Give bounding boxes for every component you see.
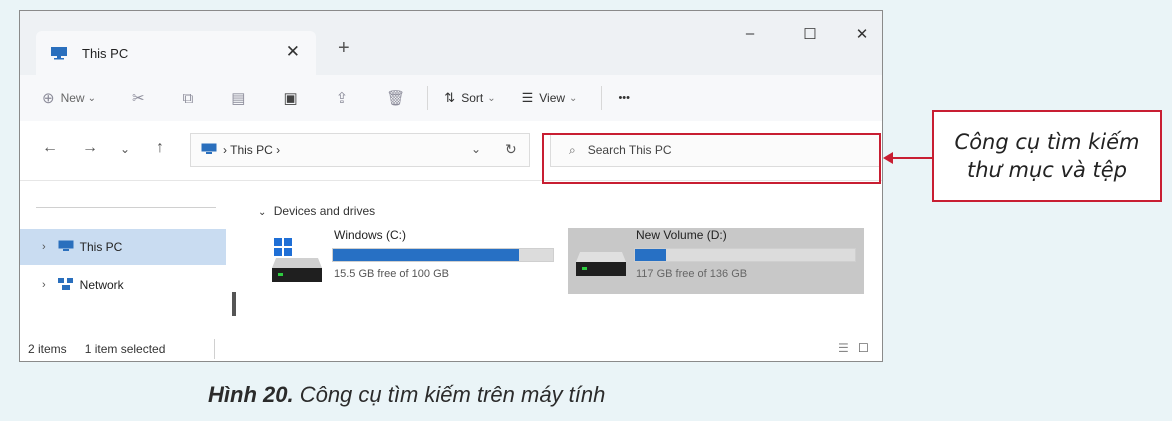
monitor-icon xyxy=(58,240,74,255)
share-icon[interactable]: ⇪ xyxy=(336,89,349,107)
callout-line-2: thư mục và tệp xyxy=(967,158,1127,182)
cut-icon[interactable]: ✂ xyxy=(132,89,145,107)
drive-usage-fill xyxy=(333,249,519,261)
sidebar-divider xyxy=(36,207,216,208)
address-bar[interactable]: › This PC › ⌄ ↻ xyxy=(190,133,530,167)
sidebar-item-label: This PC xyxy=(79,240,123,254)
sort-label: Sort xyxy=(461,91,484,105)
maximize-button[interactable]: ☐ xyxy=(798,25,822,43)
sidebar-item-label: Network xyxy=(79,278,124,292)
new-tab-icon[interactable]: + xyxy=(338,37,350,60)
command-bar: ⊕ New ⌄ ✂ ⧉ ▤ ▣ ⇪ 🗑 ⇅ Sort ⌄ ☰ View ⌄ ••… xyxy=(20,75,882,121)
minimize-button[interactable]: – xyxy=(738,25,762,42)
item-count: 2 items xyxy=(28,342,67,356)
view-label: View xyxy=(539,91,566,105)
plus-circle-icon: ⊕ xyxy=(42,90,55,107)
chevron-down-icon: ⌄ xyxy=(87,92,96,104)
address-path: › This PC › xyxy=(223,143,281,157)
delete-icon[interactable]: 🗑 xyxy=(386,89,405,107)
figure-number: Hình 20. xyxy=(208,382,294,407)
view-button[interactable]: ☰ View ⌄ xyxy=(522,90,578,106)
status-bar: 2 items 1 item selected ☰ ☐ xyxy=(20,335,882,361)
new-label: New xyxy=(60,91,85,105)
hard-drive-icon xyxy=(272,258,322,287)
tab-close-icon[interactable]: ✕ xyxy=(286,42,300,62)
content-pane: ⌄ Devices and drives Windows (C:) 15.5 G… xyxy=(246,182,882,332)
new-button[interactable]: ⊕ New ⌄ xyxy=(42,89,96,107)
tab-this-pc[interactable]: This PC ✕ xyxy=(36,31,316,75)
drive-c[interactable]: Windows (C:) 15.5 GB free of 100 GB xyxy=(272,228,562,300)
drive-d[interactable]: New Volume (D:) 117 GB free of 136 GB xyxy=(568,228,864,294)
network-icon xyxy=(57,277,74,293)
status-divider xyxy=(214,339,215,359)
navigation-pane: › This PC › Network xyxy=(20,182,246,332)
toolbar-divider xyxy=(601,86,603,110)
address-dropdown-icon[interactable]: ⌄ xyxy=(471,142,481,156)
tiles-view-icon[interactable]: ☐ xyxy=(858,341,869,355)
view-icon: ☰ xyxy=(521,90,534,105)
tab-title: This PC xyxy=(82,45,129,61)
details-view-icon[interactable]: ☰ xyxy=(838,341,849,355)
copy-icon[interactable]: ⧉ xyxy=(183,90,194,107)
drive-usage-bar xyxy=(332,248,554,262)
toolbar-divider xyxy=(427,86,429,110)
selection-count: 1 item selected xyxy=(84,342,166,356)
group-label: Devices and drives xyxy=(273,204,376,218)
file-explorer-window: This PC ✕ + – ☐ ✕ ⊕ New ⌄ ✂ ⧉ ▤ ▣ ⇪ 🗑 ⇅ … xyxy=(19,10,883,362)
drive-free-space: 117 GB free of 136 GB xyxy=(636,268,748,280)
back-arrow-icon[interactable]: ← xyxy=(42,139,58,157)
drive-usage-bar xyxy=(634,248,856,262)
callout-arrow xyxy=(888,157,933,159)
up-arrow-icon[interactable]: ↑ xyxy=(156,139,164,157)
close-button[interactable]: ✕ xyxy=(850,25,874,43)
chevron-down-icon: ⌄ xyxy=(258,207,267,218)
sort-icon: ⇅ xyxy=(444,90,456,105)
more-options-button[interactable]: ••• xyxy=(618,92,630,104)
sort-button[interactable]: ⇅ Sort ⌄ xyxy=(444,90,495,106)
callout-box: Công cụ tìm kiếm thư mục và tệp xyxy=(932,110,1162,202)
title-bar: This PC ✕ + – ☐ ✕ xyxy=(20,11,882,75)
chevron-down-icon: ⌄ xyxy=(487,92,496,104)
monitor-icon xyxy=(201,143,217,158)
group-header[interactable]: ⌄ Devices and drives xyxy=(258,204,375,218)
forward-arrow-icon[interactable]: → xyxy=(82,139,98,157)
drive-name: New Volume (D:) xyxy=(636,228,727,242)
refresh-icon[interactable]: ↻ xyxy=(505,141,517,158)
pane-scrollbar[interactable] xyxy=(232,292,236,316)
hard-drive-icon xyxy=(576,252,626,281)
figure-caption: Hình 20. Công cụ tìm kiếm trên máy tính xyxy=(208,382,605,408)
drive-free-space: 15.5 GB free of 100 GB xyxy=(334,268,449,280)
chevron-right-icon[interactable]: › xyxy=(42,279,46,291)
drive-name: Windows (C:) xyxy=(334,228,407,242)
rename-icon[interactable]: ▣ xyxy=(283,89,297,107)
chevron-right-icon[interactable]: › xyxy=(42,241,46,253)
sidebar-item-this-pc[interactable]: › This PC xyxy=(20,229,226,265)
callout-line-1: Công cụ tìm kiếm xyxy=(954,129,1140,154)
sidebar-item-network[interactable]: › Network xyxy=(20,267,226,303)
drive-usage-fill xyxy=(635,249,666,261)
caption-text: Công cụ tìm kiếm trên máy tính xyxy=(299,382,606,407)
recent-locations-chevron-icon[interactable]: ⌄ xyxy=(120,142,130,156)
search-highlight-box xyxy=(542,133,881,184)
chevron-down-icon: ⌄ xyxy=(569,92,578,104)
paste-icon[interactable]: ▤ xyxy=(231,89,245,107)
monitor-icon xyxy=(50,46,68,60)
